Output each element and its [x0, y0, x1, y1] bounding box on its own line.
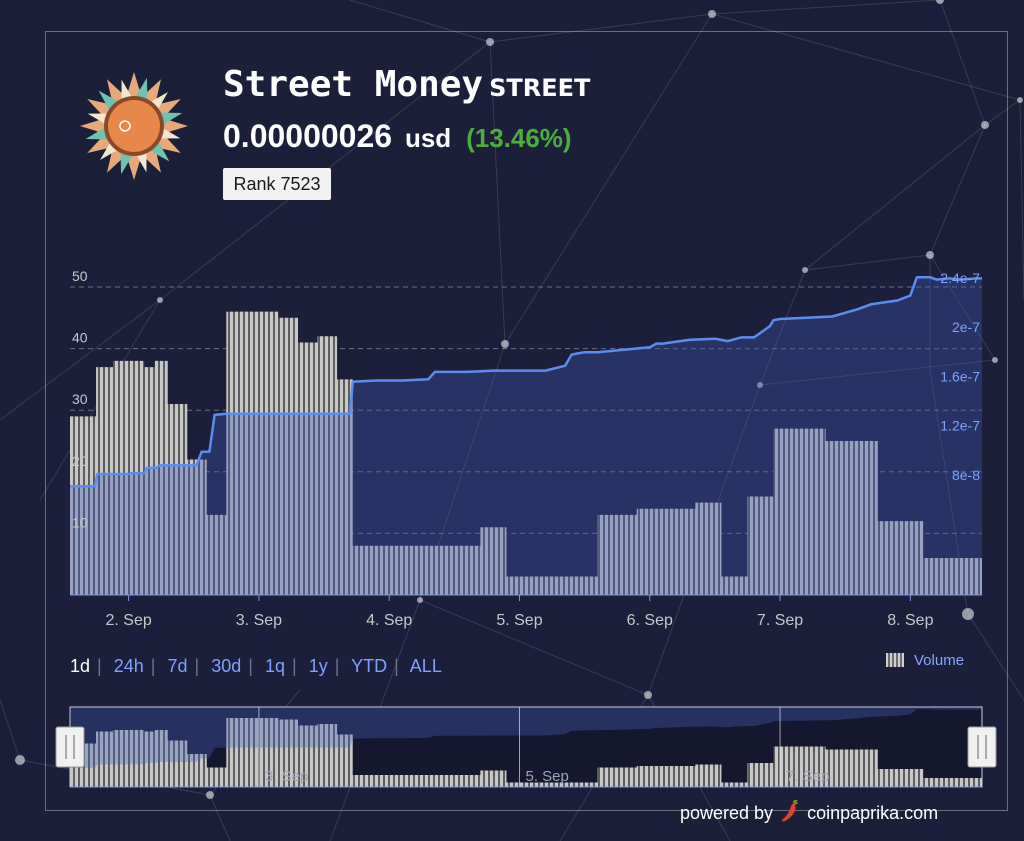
range-separator: | — [194, 656, 200, 676]
range-24h[interactable]: 24h — [114, 656, 144, 676]
y-right-tick-label: 8e-8 — [952, 467, 980, 483]
navigator-label: 3. Sep — [265, 768, 308, 785]
pepper-icon — [782, 800, 799, 822]
y-left-tick-label: 30 — [72, 391, 88, 407]
y-left-tick-label: 40 — [72, 330, 88, 346]
y-left-tick-label: 10 — [72, 514, 88, 530]
range-separator: | — [334, 656, 340, 676]
x-axis: 2. Sep 3. Sep 4. Sep 5. Sep 6. Sep 7. Sep 8. S… — [70, 594, 982, 629]
navigator-label: 7. Sep — [786, 768, 829, 785]
y-right-tick-label: 2.4e-7 — [940, 270, 980, 286]
volume-legend-swatch — [886, 653, 904, 667]
y-left-tick-label: 50 — [72, 268, 88, 284]
price-layer — [70, 275, 982, 595]
navigator-right-handle[interactable] — [967, 726, 997, 768]
powered-by-text: powered by — [680, 803, 774, 823]
x-tick-label: 2. Sep — [105, 612, 151, 629]
x-tick-label: 3. Sep — [236, 612, 282, 629]
range-7d[interactable]: 7d — [167, 656, 187, 676]
price-volume-chart: 10 20 30 40 50 8e-8 1.2e-7 1.6e-7 2e-7 2.4e-7 2.… — [55, 268, 997, 788]
volume-legend[interactable]: Volume — [886, 652, 964, 669]
y-left-tick-label: 20 — [72, 453, 88, 469]
range-30d[interactable]: 30d — [211, 656, 241, 676]
range-1q[interactable]: 1q — [265, 656, 285, 676]
volume-legend-label: Volume — [914, 652, 965, 669]
coinpaprika-brand: coinpaprika.com — [807, 803, 939, 823]
range-1d[interactable]: 1d — [70, 656, 90, 676]
price-area — [70, 277, 982, 595]
range-1y[interactable]: 1y — [309, 656, 328, 676]
range-separator: | — [248, 656, 253, 676]
range-separator: | — [292, 656, 297, 676]
navigator-left-handle[interactable] — [55, 726, 85, 768]
range-separator: | — [394, 656, 399, 676]
y-right-tick-label: 2e-7 — [952, 319, 980, 335]
x-tick-label: 6. Sep — [627, 612, 673, 629]
navigator[interactable]: 3. Sep 5. Sep 7. Sep — [55, 706, 997, 788]
y-right-tick-label: 1.6e-7 — [940, 368, 980, 384]
range-all[interactable]: ALL — [410, 656, 442, 676]
x-tick-label: 5. Sep — [496, 612, 542, 629]
range-ytd[interactable]: YTD — [351, 656, 387, 676]
x-tick-label: 8. Sep — [887, 612, 933, 629]
x-tick-label: 4. Sep — [366, 612, 412, 629]
range-selector: 1d | 24h | 7d | 30d | 1q | 1y | YTD | ALL — [70, 656, 442, 677]
range-separator: | — [97, 656, 102, 676]
range-separator: | — [150, 656, 156, 676]
y-right-tick-label: 1.2e-7 — [940, 418, 980, 434]
navigator-label: 5. Sep — [525, 768, 568, 785]
x-tick-label: 7. Sep — [757, 612, 803, 629]
powered-by[interactable]: powered by coinpaprika.com — [680, 800, 938, 824]
